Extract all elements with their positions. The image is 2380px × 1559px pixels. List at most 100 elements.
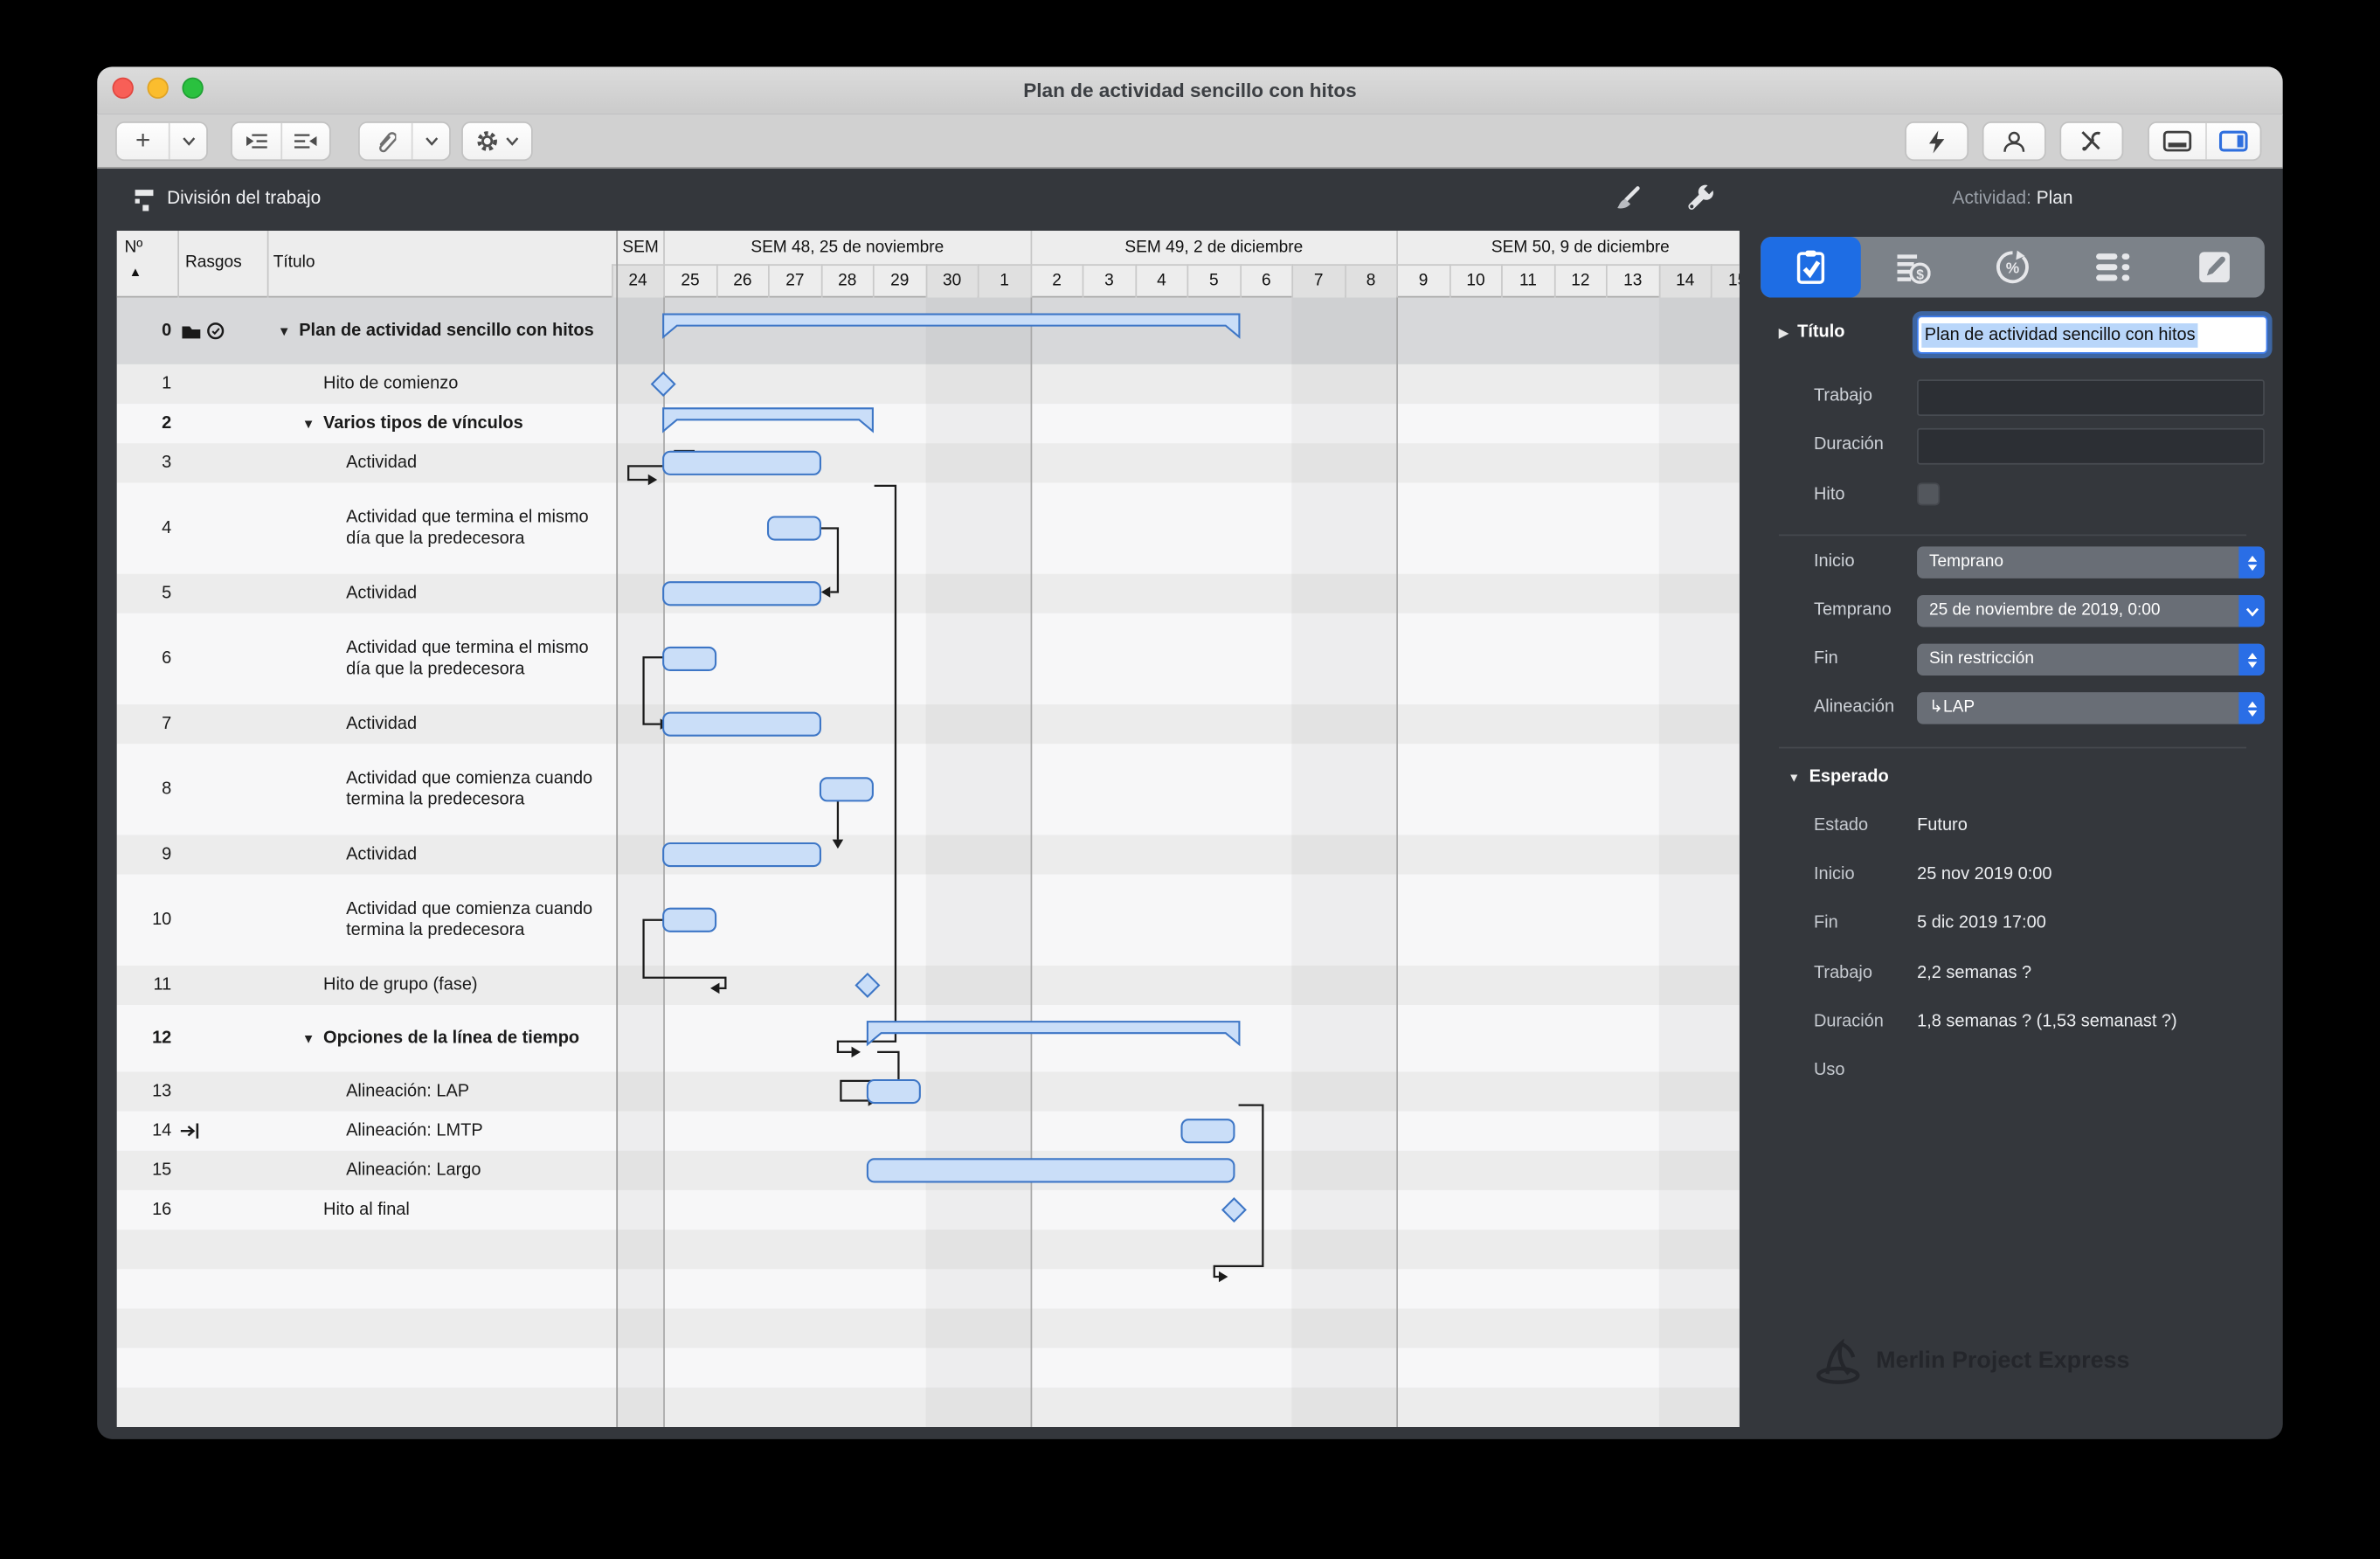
- row-content: 4 Actividad que termina el mismo día que …: [117, 482, 617, 573]
- disclosure-down-icon[interactable]: ▼: [302, 1028, 323, 1049]
- row-number: 5: [162, 584, 172, 603]
- tab-activity[interactable]: [1761, 237, 1862, 298]
- actions-button[interactable]: [1906, 123, 1967, 160]
- row-title[interactable]: Alineación: Largo: [267, 1160, 617, 1181]
- tab-related[interactable]: [2063, 237, 2163, 297]
- row-content: 12 ▼ Opciones de la línea de tiempo: [117, 1005, 617, 1071]
- toggle-inspector-button[interactable]: [2204, 122, 2259, 160]
- row-number: 14: [152, 1121, 172, 1140]
- trabajo-input[interactable]: [1917, 379, 2265, 416]
- hito-checkbox[interactable]: [1917, 482, 1941, 506]
- day-header-cell: 13: [1605, 264, 1658, 298]
- row-title[interactable]: ▼ Varios tipos de vínculos: [267, 413, 617, 434]
- row-title[interactable]: Actividad: [267, 453, 617, 474]
- row-title[interactable]: Hito de comienzo: [267, 373, 617, 394]
- gantt-task-bar[interactable]: [866, 1158, 1235, 1183]
- row-number: 7: [162, 715, 172, 734]
- gantt-task-bar[interactable]: [662, 907, 717, 932]
- row-title[interactable]: Actividad que comienza cuando termina la…: [267, 768, 617, 811]
- row-title[interactable]: ▼ Opciones de la línea de tiempo: [267, 1028, 617, 1049]
- sort-asc-icon[interactable]: ▲: [129, 264, 142, 279]
- row-title[interactable]: Hito al final: [267, 1199, 617, 1220]
- add-dropdown-button[interactable]: [169, 122, 207, 160]
- row-title[interactable]: Hito de grupo (fase): [267, 974, 617, 995]
- progress-icon: %: [1996, 250, 2029, 284]
- stepper-icon: [2238, 546, 2265, 579]
- row-title[interactable]: ▼ Plan de actividad sencillo con hitos: [267, 321, 617, 342]
- row-title[interactable]: Alineación: LAP: [267, 1081, 617, 1102]
- temprano-label: Temprano: [1813, 600, 1892, 620]
- tab-notes[interactable]: [2164, 237, 2265, 297]
- gear-icon: [477, 131, 497, 151]
- gantt-milestone[interactable]: [650, 371, 676, 398]
- gantt-task-bar[interactable]: [662, 646, 717, 672]
- column-header-n[interactable]: Nº: [124, 239, 142, 257]
- add-activity-button[interactable]: +: [117, 123, 170, 160]
- chevron-down-icon: [182, 137, 195, 146]
- duracion-input[interactable]: [1917, 427, 2265, 465]
- gantt-task-bar[interactable]: [662, 581, 821, 606]
- esp-fin-label: Fin: [1813, 913, 1838, 932]
- inspector-tabs: $ %: [1761, 237, 2265, 298]
- trabajo-label: Trabajo: [1813, 386, 1872, 405]
- gantt-summary-bar[interactable]: [866, 1021, 1241, 1047]
- folder-icon: [182, 325, 201, 338]
- row-content: 5 Actividad: [117, 574, 617, 613]
- day-header-cell: 11: [1501, 264, 1554, 298]
- brush-icon[interactable]: [1610, 185, 1641, 214]
- fin-popup[interactable]: Sin restricción: [1917, 643, 2265, 676]
- row-content: 14 Alineación: LMTP: [117, 1112, 617, 1151]
- temprano-combo[interactable]: 25 de noviembre de 2019, 0:00: [1917, 594, 2265, 627]
- toolbar: +: [97, 114, 2283, 169]
- wrench-icon[interactable]: [1685, 184, 1715, 214]
- project-outline-panel: Nº ▲ Rasgos Título SEM 24 SEM 48, 25 de no…: [116, 231, 1740, 1427]
- column-header-titulo[interactable]: Título: [273, 253, 315, 272]
- toggle-bottom-panel-button[interactable]: [2149, 123, 2204, 160]
- attach-button[interactable]: [360, 123, 412, 160]
- row-title[interactable]: Actividad: [267, 844, 617, 865]
- gantt-milestone[interactable]: [854, 972, 881, 998]
- gantt-milestone[interactable]: [1221, 1197, 1247, 1223]
- settings-button[interactable]: [463, 123, 531, 160]
- row-title[interactable]: Actividad que termina el mismo día que l…: [267, 638, 617, 681]
- day-header-cell: 28: [820, 264, 873, 298]
- gantt-task-bar[interactable]: [866, 1078, 921, 1105]
- tools-button[interactable]: [2061, 123, 2121, 160]
- disclosure-down-icon[interactable]: ▼: [278, 321, 299, 342]
- row-title[interactable]: Actividad que comienza cuando termina la…: [267, 898, 617, 941]
- row-number: 11: [153, 976, 172, 994]
- inicio-popup[interactable]: Temprano: [1917, 546, 2265, 579]
- estado-label: Estado: [1813, 816, 1869, 835]
- gantt-summary-bar[interactable]: [662, 313, 1241, 339]
- alineacion-popup[interactable]: ↳LAP: [1917, 692, 2265, 724]
- view-name[interactable]: División del trabajo: [167, 187, 321, 208]
- disclosure-down-icon[interactable]: ▼: [302, 413, 323, 434]
- chevron-down-icon: [2238, 594, 2265, 627]
- outdent-button[interactable]: [280, 122, 329, 160]
- attach-dropdown-button[interactable]: [412, 122, 449, 160]
- titulo-input[interactable]: Plan de actividad sencillo con hitos: [1917, 315, 2268, 354]
- day-header-cell: 27: [768, 264, 820, 298]
- gantt-task-bar[interactable]: [1180, 1119, 1235, 1144]
- column-header-rasgos[interactable]: Rasgos: [185, 253, 242, 272]
- row-title[interactable]: Actividad: [267, 713, 617, 734]
- gantt-task-bar[interactable]: [819, 777, 874, 802]
- gantt-task-bar[interactable]: [662, 450, 821, 475]
- gantt-task-bar[interactable]: [766, 516, 821, 541]
- tab-progress[interactable]: %: [1962, 237, 2063, 297]
- tab-cost[interactable]: $: [1862, 237, 1962, 297]
- gantt-summary-bar[interactable]: [662, 407, 874, 433]
- gantt-task-bar[interactable]: [662, 842, 821, 868]
- gantt-task-bar[interactable]: [662, 711, 821, 737]
- wbs-icon: [135, 190, 154, 211]
- row-title[interactable]: Actividad: [267, 583, 617, 604]
- row-content: 8 Actividad que comienza cuando termina l…: [117, 744, 617, 835]
- row-number: 2: [162, 414, 172, 433]
- esperado-section[interactable]: ▼ Esperado: [1788, 768, 1888, 786]
- resources-button[interactable]: [1984, 123, 2044, 160]
- row-title[interactable]: Actividad que termina el mismo día que l…: [267, 507, 617, 550]
- table-gantt-splitter[interactable]: [616, 231, 619, 1427]
- indent-button[interactable]: [232, 123, 280, 160]
- day-header-cell: 25: [663, 264, 716, 298]
- row-title[interactable]: Alineación: LMTP: [267, 1120, 617, 1141]
